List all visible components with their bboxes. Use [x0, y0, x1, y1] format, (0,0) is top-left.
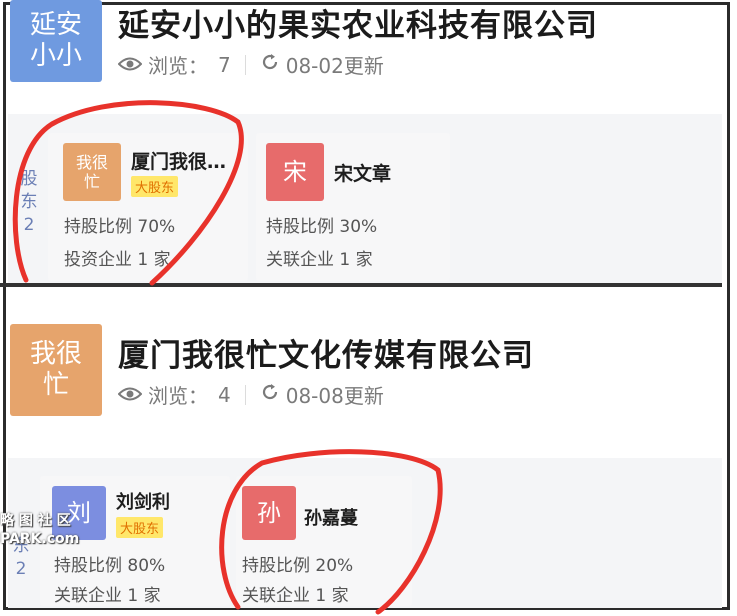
major-shareholder-badge: 大股东: [116, 517, 164, 538]
watermark: 略 图 社 区 PARK.com: [0, 513, 79, 548]
company-logo: 延安 小小: [10, 0, 102, 82]
share-ratio: 持股比例 80%: [54, 556, 166, 576]
related-companies: 投资企业 1 家: [64, 250, 171, 270]
shareholders-label: 股 东 2: [20, 169, 38, 235]
update-date: 08-08更新: [285, 384, 384, 408]
update-date: 08-02更新: [285, 54, 384, 78]
avatar: 孙: [242, 486, 296, 540]
screenshot-divider: [0, 283, 722, 287]
shareholder-name: 厦门我很…: [131, 151, 227, 173]
watermark-line-1: 略 图 社 区: [0, 513, 71, 529]
avatar: 我很 忙: [63, 143, 121, 201]
company-meta: 浏览： 4 08-08更新: [117, 380, 384, 409]
eye-icon: [117, 383, 143, 407]
share-ratio: 持股比例 70%: [64, 217, 176, 237]
views-label: 浏览：: [148, 384, 208, 408]
shareholder-name: 孙嘉蔓: [304, 508, 358, 529]
shareholder-name: 宋文章: [334, 163, 392, 185]
company-name-link[interactable]: 厦门我很忙文化传媒有限公司: [118, 330, 534, 375]
company-logo: 我很 忙: [10, 324, 102, 416]
views-label: 浏览：: [148, 54, 208, 78]
company-meta: 浏览： 7 08-02更新: [117, 50, 384, 79]
related-companies: 关联企业 1 家: [266, 250, 373, 270]
eye-icon: [117, 53, 143, 77]
share-ratio: 持股比例 30%: [266, 217, 378, 237]
refresh-icon: [260, 52, 280, 77]
shareholder-card[interactable]: 宋 宋文章 持股比例 30% 关联企业 1 家: [256, 133, 450, 281]
shareholder-card[interactable]: 我很 忙 厦门我很… 大股东 持股比例 70% 投资企业 1 家: [48, 133, 248, 281]
shareholder-name: 刘剑利: [116, 492, 170, 513]
meta-divider: [244, 54, 246, 75]
company-name-link[interactable]: 延安小小的果实农业科技有限公司: [118, 0, 598, 45]
watermark-line-2: PARK.com: [0, 530, 80, 547]
related-companies: 关联企业 1 家: [242, 586, 349, 606]
views-count: 4: [218, 382, 231, 407]
major-shareholder-badge: 大股东: [131, 176, 179, 197]
avatar: 宋: [266, 143, 324, 201]
share-ratio: 持股比例 20%: [242, 556, 354, 576]
shareholder-card[interactable]: 孙 孙嘉蔓 持股比例 20% 关联企业 1 家: [236, 476, 412, 606]
meta-divider: [244, 384, 246, 405]
views-count: 7: [218, 52, 231, 77]
refresh-icon: [260, 382, 280, 407]
related-companies: 关联企业 1 家: [54, 586, 161, 606]
